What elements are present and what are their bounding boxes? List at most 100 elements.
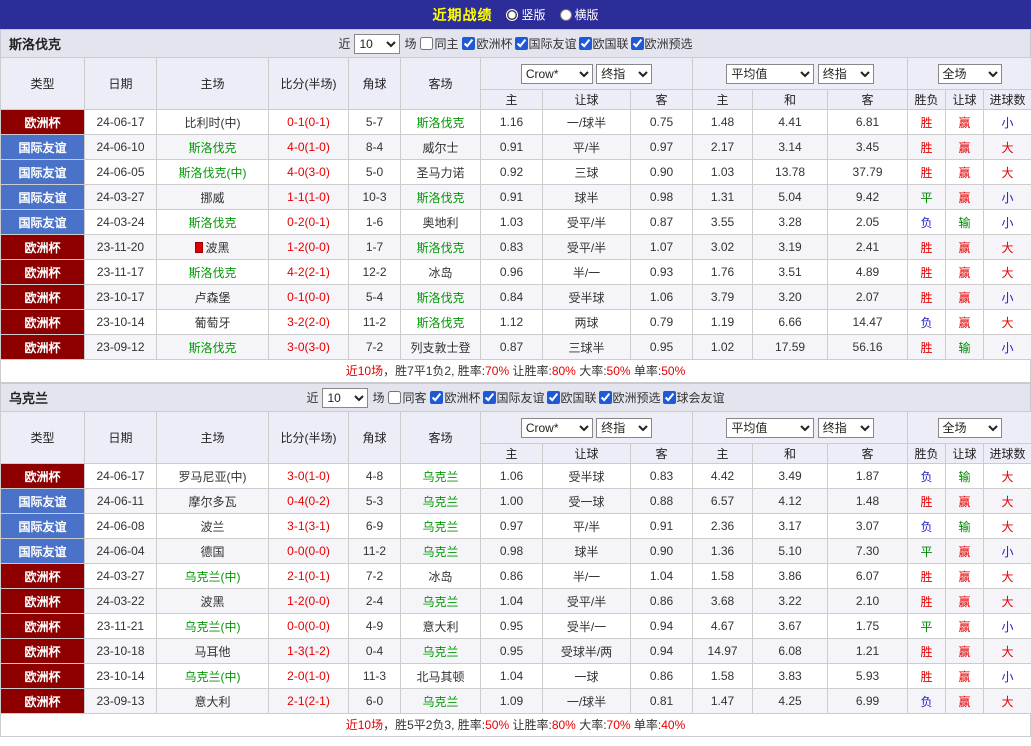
match-row: 国际友谊 24-03-27 挪威 1-1(1-0) 10-3 斯洛伐克 0.91 球半 0.98… [0,184,1031,210]
competition-filter[interactable]: 国际友谊 [482,389,545,406]
competition-checkbox[interactable] [482,391,496,404]
home-team: 乌克兰(中) [156,613,269,639]
away-odds: 0.90 [629,159,694,185]
vertical-radio-label: 竖版 [521,8,546,22]
score: 3-0(3-0) [268,334,349,360]
avg-away-odds: 7.30 [827,538,909,564]
competition-checkbox[interactable] [514,37,528,50]
home-team-name: 挪威 [200,190,225,205]
red-card-icon [195,241,204,253]
away-team: 斯洛伐克 [400,109,481,135]
home-team-name: 波兰 [200,519,225,534]
result-handicap: 赢 [945,563,985,589]
result-goals: 大 [983,463,1031,489]
competition-checkbox[interactable] [462,37,476,50]
match-scope-select[interactable]: 全场 [937,63,1002,84]
avg-away-odds: 5.93 [827,663,909,689]
horizontal-radio[interactable] [559,8,572,21]
match-date: 23-10-18 [84,638,157,664]
home-odds: 0.87 [480,334,543,360]
home-odds: 0.84 [480,284,543,310]
odds-stage-select[interactable]: 终指 [596,417,653,438]
away-team-name: 斯洛伐克 [416,240,465,255]
avg-source-select[interactable]: 平均值 [726,63,815,84]
filter-bar: 近 10 场 同客 欧洲杯 国际友谊 欧国联 欧洲预选 球会友谊 [306,387,725,408]
handicap-line: 受平/半 [542,234,631,260]
competition-filter[interactable]: 球会友谊 [662,389,725,406]
competition-checkbox[interactable] [598,391,612,404]
team-name: 斯洛伐克 [9,37,62,52]
away-team-name: 乌克兰 [422,494,459,509]
bookmaker-select[interactable]: Crow* [520,63,593,84]
handicap-line: 受一球 [542,488,631,514]
result-goals: 小 [983,284,1031,310]
result-goals: 小 [983,109,1031,135]
team-section-ukraine: 乌克兰 近 10 场 同客 欧洲杯 国际友谊 欧国联 欧洲预选 球会友谊 类型 日期 [0,383,1031,737]
subcol-odds-away: 客 [629,89,694,110]
avg-draw-odds: 6.08 [752,638,829,664]
home-team-name: 卢森堡 [194,290,231,305]
same-side-filter[interactable]: 同客 [388,389,426,406]
result-handicap: 输 [945,209,985,235]
avg-away-odds: 2.07 [827,284,909,310]
competition-filter[interactable]: 欧洲预选 [598,389,661,406]
result-handicap: 赢 [945,613,985,639]
match-count-select[interactable]: 10 [354,33,401,54]
same-side-checkbox[interactable] [388,391,402,404]
match-row: 欧洲杯 24-06-17 比利时(中) 0-1(0-1) 5-7 斯洛伐克 1.16 一/球半… [0,109,1031,135]
result-wdl: 胜 [907,284,947,310]
result-wdl: 胜 [907,109,947,135]
avg-source-select[interactable]: 平均值 [726,417,815,438]
avg-draw-odds: 3.86 [752,563,829,589]
competition-filter[interactable]: 欧洲预选 [630,35,693,52]
away-team-name: 乌克兰 [422,694,459,709]
avg-away-odds: 6.81 [827,109,909,135]
corner-count: 5-3 [348,488,401,514]
avg-stage-select[interactable]: 终指 [817,63,874,84]
away-odds: 1.07 [629,234,694,260]
score: 0-1(0-1) [268,109,349,135]
home-team-name: 斯洛伐克 [188,265,237,280]
same-side-filter[interactable]: 同主 [420,35,458,52]
competition-filter[interactable]: 欧国联 [578,35,629,52]
competition-type: 国际友谊 [0,134,85,160]
view-mode-vertical[interactable]: 竖版 [506,6,546,23]
match-date: 23-09-12 [84,334,157,360]
competition-checkbox[interactable] [430,391,444,404]
match-scope-select[interactable]: 全场 [937,417,1002,438]
home-team: 斯洛伐克 [156,209,269,235]
away-team-name: 乌克兰 [422,544,459,559]
competition-checkbox[interactable] [546,391,560,404]
score: 0-0(0-0) [268,538,349,564]
col-type: 类型 [0,57,85,110]
vertical-radio[interactable] [506,8,519,21]
avg-home-odds: 1.58 [692,563,754,589]
same-side-checkbox[interactable] [420,37,434,50]
home-odds: 1.04 [480,663,543,689]
bookmaker-select[interactable]: Crow* [520,417,593,438]
avg-draw-odds: 3.14 [752,134,829,160]
match-date: 24-06-17 [84,109,157,135]
competition-checkbox[interactable] [662,391,676,404]
competition-checkbox[interactable] [630,37,644,50]
result-handicap: 赢 [945,663,985,689]
away-odds: 0.79 [629,309,694,335]
competition-type: 欧洲杯 [0,588,85,614]
view-mode-horizontal[interactable]: 横版 [559,6,599,23]
competition-label: 欧洲预选 [612,391,661,405]
result-wdl: 胜 [907,159,947,185]
competition-filter[interactable]: 欧国联 [546,389,597,406]
competition-checkbox[interactable] [578,37,592,50]
avg-home-odds: 1.36 [692,538,754,564]
competition-label: 球会友谊 [676,391,725,405]
avg-home-odds: 4.67 [692,613,754,639]
score: 3-0(1-0) [268,463,349,489]
competition-filter[interactable]: 国际友谊 [514,35,577,52]
avg-stage-select[interactable]: 终指 [817,417,874,438]
odds-stage-select[interactable]: 终指 [596,63,653,84]
match-count-select[interactable]: 10 [322,387,369,408]
competition-filter[interactable]: 欧洲杯 [430,389,481,406]
match-date: 24-06-08 [84,513,157,539]
competition-filter[interactable]: 欧洲杯 [462,35,513,52]
result-handicap: 赢 [945,588,985,614]
